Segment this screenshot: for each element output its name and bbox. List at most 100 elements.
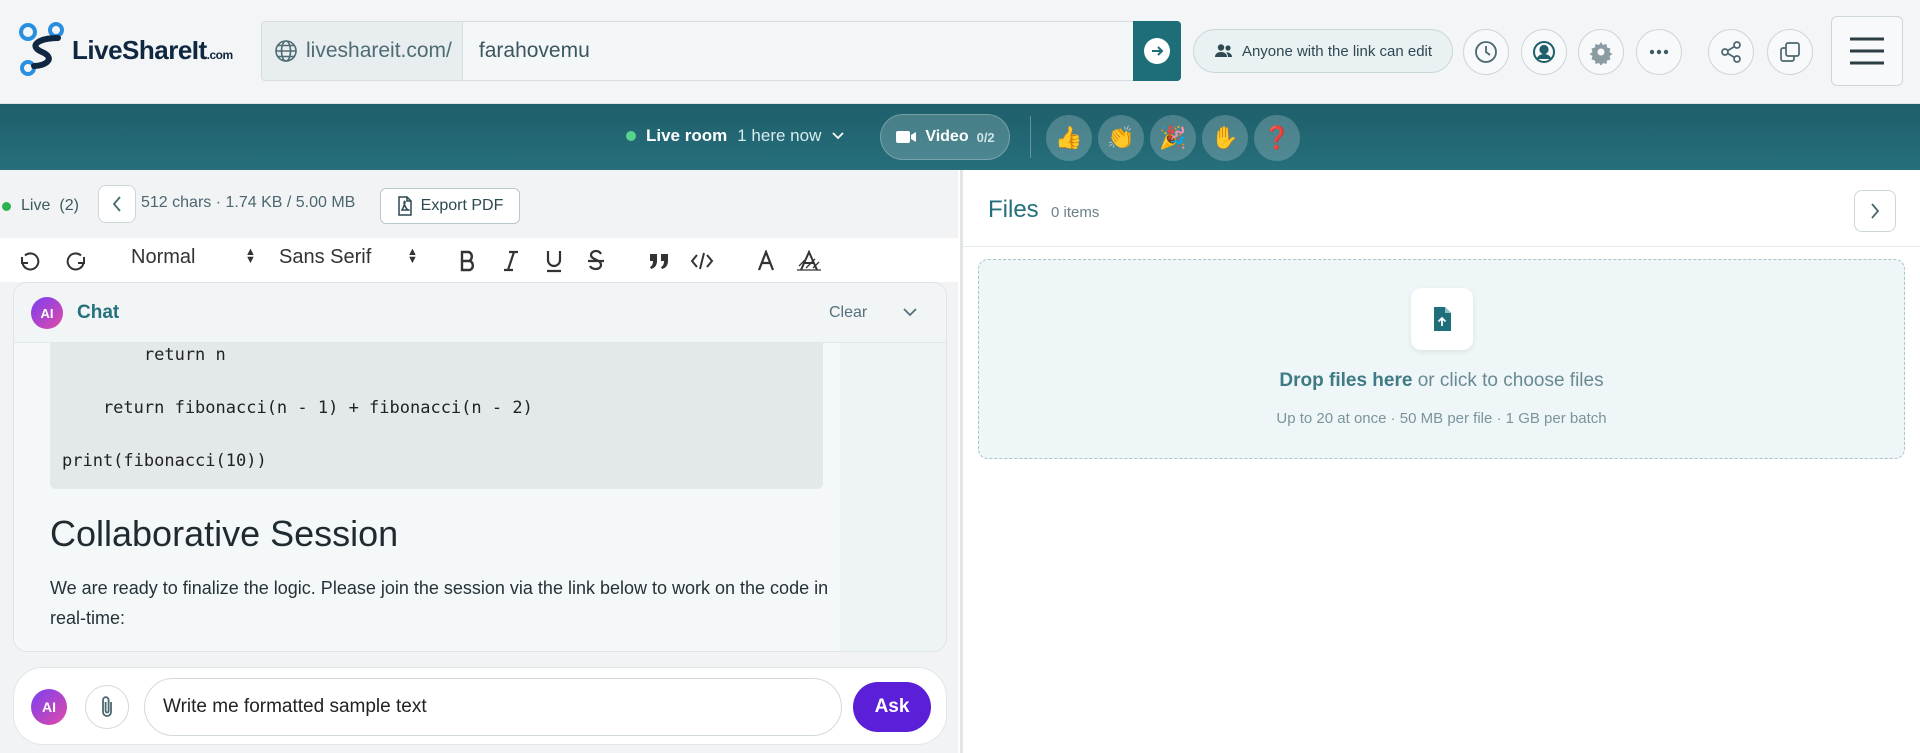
party-icon[interactable]: 🎉 bbox=[1150, 115, 1196, 161]
format-select-value: Normal bbox=[131, 246, 196, 268]
collapse-button[interactable] bbox=[98, 185, 136, 223]
files-expand-button[interactable] bbox=[1854, 190, 1896, 232]
chat-title: Chat bbox=[77, 302, 120, 323]
text-color-button[interactable] bbox=[756, 248, 776, 274]
reactions: 👍 👏 🎉 ✋ ❓ bbox=[1046, 115, 1300, 161]
video-camera-icon bbox=[896, 131, 917, 143]
undo-icon bbox=[21, 252, 40, 271]
logo[interactable]: LiveShareIt.com bbox=[18, 22, 233, 78]
bold-button[interactable] bbox=[458, 248, 478, 274]
video-label: Video bbox=[925, 128, 969, 145]
globe-icon bbox=[275, 40, 297, 62]
drop-instructions: Drop files here or click to choose files bbox=[979, 370, 1904, 392]
settings-icon bbox=[1589, 42, 1613, 65]
menu-button[interactable] bbox=[1831, 16, 1903, 86]
file-dropzone[interactable]: Drop files here or click to choose files… bbox=[978, 259, 1905, 459]
video-button[interactable]: Video 0/2 bbox=[880, 114, 1010, 160]
quote-icon bbox=[650, 254, 668, 269]
text-color-icon bbox=[757, 250, 775, 271]
raised-hand-icon[interactable]: ✋ bbox=[1202, 115, 1248, 161]
chevron-right-icon bbox=[1871, 203, 1880, 219]
underline-button[interactable] bbox=[544, 248, 564, 274]
strikethrough-button[interactable] bbox=[586, 248, 606, 274]
italic-icon bbox=[504, 250, 518, 272]
copy-button[interactable] bbox=[1767, 29, 1813, 75]
chat-input-row: AI Write me formatted sample text Ask bbox=[13, 667, 947, 745]
permission-button[interactable]: Anyone with the link can edit bbox=[1193, 29, 1453, 73]
quote-button[interactable] bbox=[648, 248, 670, 274]
url-box: liveshareit.com/ farahovemu bbox=[261, 21, 1181, 81]
video-count: 0/2 bbox=[976, 129, 995, 145]
go-button[interactable] bbox=[1133, 21, 1181, 81]
settings-button[interactable] bbox=[1578, 29, 1624, 75]
drop-limits: Up to 20 at once · 50 MB per file · 1 GB… bbox=[1276, 410, 1607, 427]
url-prefix-text: liveshareit.com/ bbox=[306, 39, 452, 62]
live-room-bar: Live room 1 here now Video 0/2 👍 👏 🎉 ✋ ❓ bbox=[0, 104, 1920, 170]
live-room-dropdown[interactable]: Live room 1 here now bbox=[626, 126, 845, 146]
attach-button[interactable] bbox=[85, 685, 129, 729]
divider bbox=[1030, 116, 1031, 158]
files-title: Files bbox=[988, 196, 1039, 223]
share-button[interactable] bbox=[1708, 29, 1754, 75]
select-arrows-icon: ▲ ▼ bbox=[407, 246, 418, 266]
code-button[interactable] bbox=[690, 248, 714, 274]
font-select[interactable]: Sans Serif ▲ ▼ bbox=[279, 246, 424, 269]
code-line: return n bbox=[62, 345, 226, 365]
code-line: return fibonacci(n - 1) + fibonacci(n - … bbox=[62, 398, 533, 418]
drop-rest: or click to choose files bbox=[1412, 370, 1604, 391]
export-pdf-button[interactable]: Export PDF bbox=[380, 188, 520, 224]
format-select[interactable]: Normal ▲ ▼ bbox=[131, 246, 261, 269]
code-line: print(fibonacci(10)) bbox=[62, 451, 267, 471]
drop-bold: Drop files here bbox=[1279, 370, 1413, 391]
clear-chat-button[interactable]: Clear bbox=[829, 304, 867, 322]
live-dot bbox=[626, 131, 636, 141]
italic-button[interactable] bbox=[502, 248, 520, 274]
chat-header: AI Chat Clear bbox=[14, 283, 946, 343]
logo-text: LiveShareIt.com bbox=[72, 34, 233, 65]
select-arrows-icon: ▲ ▼ bbox=[245, 246, 256, 266]
chat-message-body: return n return fibonacci(n - 1) + fibon… bbox=[14, 343, 840, 651]
ask-button[interactable]: Ask bbox=[853, 682, 931, 732]
highlight-icon bbox=[797, 250, 821, 271]
copy-icon bbox=[1780, 42, 1800, 62]
chevron-down-icon bbox=[832, 132, 845, 140]
menu-icon bbox=[1850, 37, 1884, 65]
code-icon bbox=[690, 252, 714, 270]
more-button[interactable] bbox=[1636, 29, 1682, 75]
paperclip-icon bbox=[102, 696, 112, 717]
redo-button[interactable] bbox=[64, 248, 88, 274]
chat-panel: AI Chat Clear return n return fibonacci(… bbox=[13, 282, 947, 652]
message-heading: Collaborative Session bbox=[50, 513, 399, 554]
question-icon[interactable]: ❓ bbox=[1254, 115, 1300, 161]
export-pdf-label: Export PDF bbox=[420, 197, 504, 214]
top-bar: LiveShareIt.com liveshareit.com/ farahov… bbox=[0, 0, 1920, 104]
history-button[interactable] bbox=[1463, 29, 1509, 75]
upload-file-icon bbox=[1411, 288, 1473, 350]
thumbs-up-icon[interactable]: 👍 bbox=[1046, 115, 1092, 161]
logo-icon bbox=[19, 22, 64, 76]
highlight-button[interactable] bbox=[796, 248, 822, 274]
code-block: return n return fibonacci(n - 1) + fibon… bbox=[50, 343, 823, 489]
account-button[interactable] bbox=[1521, 29, 1567, 75]
arrow-right-icon bbox=[1152, 46, 1164, 56]
here-now-count: 1 here now bbox=[737, 126, 822, 145]
char-info: 512 chars · 1.74 KB / 5.00 MB bbox=[141, 194, 356, 211]
share-icon bbox=[1721, 41, 1741, 63]
clap-icon[interactable]: 👏 bbox=[1098, 115, 1144, 161]
ask-input[interactable]: Write me formatted sample text bbox=[144, 678, 842, 736]
chevron-down-icon[interactable] bbox=[902, 307, 918, 317]
redo-icon bbox=[66, 252, 85, 271]
files-panel: Files 0 items Drop files here or click t… bbox=[960, 170, 1920, 753]
editor-toolbar: Normal ▲ ▼ Sans Serif ▲ ▼ bbox=[0, 238, 958, 282]
people-icon bbox=[1214, 44, 1232, 57]
ai-avatar: AI bbox=[31, 689, 67, 725]
account-icon bbox=[1533, 41, 1555, 63]
live-status-label: Live bbox=[21, 197, 51, 214]
url-prefix: liveshareit.com/ bbox=[262, 22, 462, 80]
undo-button[interactable] bbox=[18, 248, 42, 274]
live-room-label: Live room bbox=[646, 126, 728, 145]
bold-icon bbox=[460, 250, 474, 272]
url-slug-input[interactable]: farahovemu bbox=[461, 22, 1133, 80]
pdf-icon bbox=[397, 196, 412, 216]
live-status-dot bbox=[2, 201, 11, 211]
